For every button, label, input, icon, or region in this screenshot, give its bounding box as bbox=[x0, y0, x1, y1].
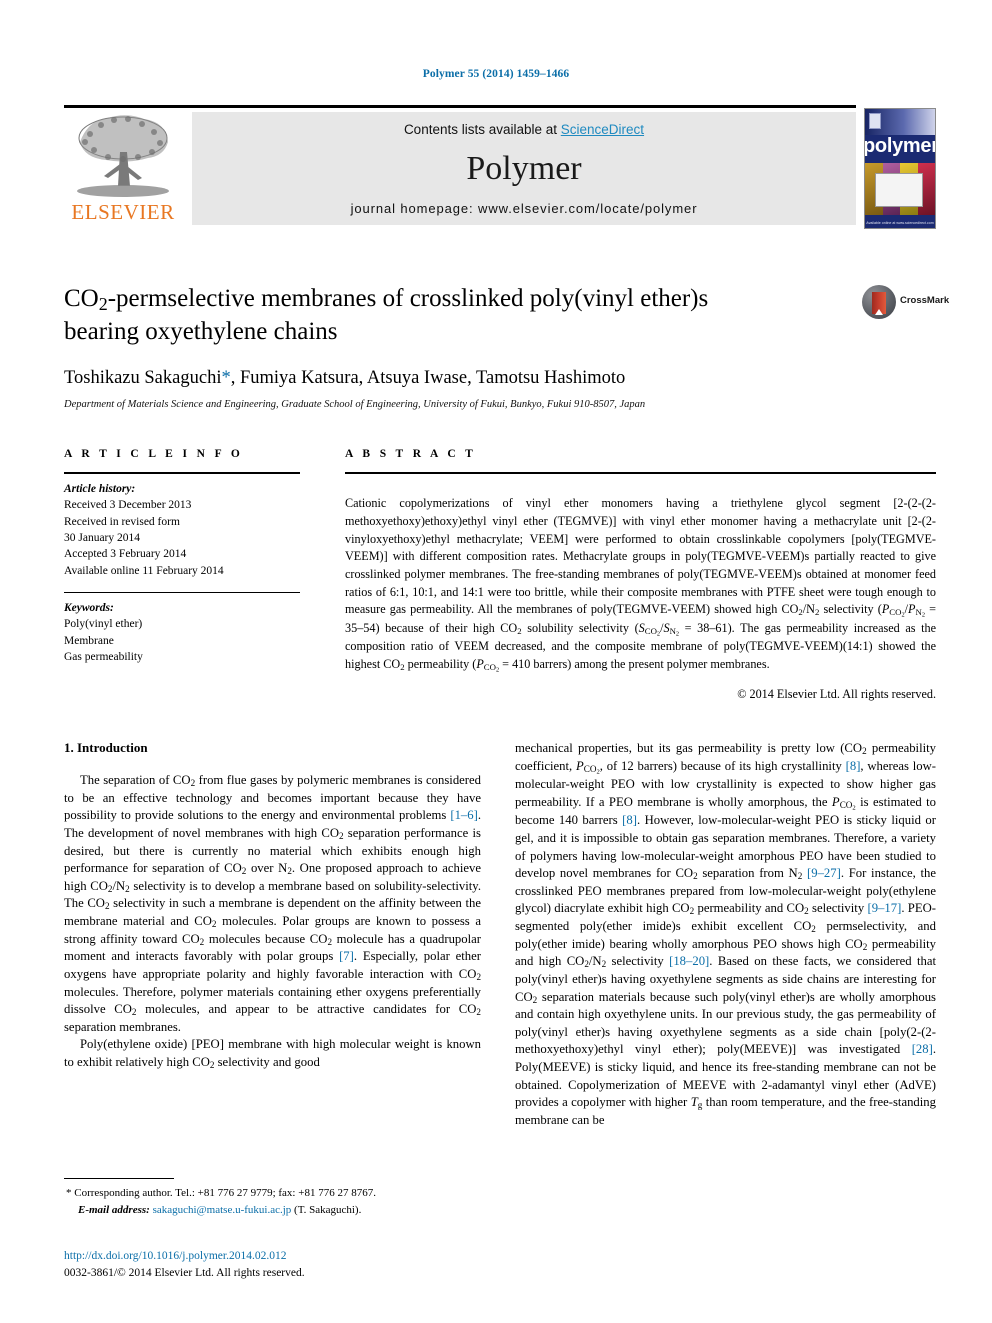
crossmark-badge[interactable]: CrossMark bbox=[862, 283, 949, 323]
keyword-item: Poly(vinyl ether) bbox=[64, 618, 143, 631]
crossmark-label: CrossMark bbox=[900, 295, 950, 306]
footer-block: http://dx.doi.org/10.1016/j.polymer.2014… bbox=[64, 1248, 504, 1281]
keywords-label: Keywords: bbox=[64, 601, 114, 614]
intro-paragraph-2-part-1: Poly(ethylene oxide) [PEO] membrane with… bbox=[64, 1037, 481, 1071]
history-item: Accepted 3 February 2014 bbox=[64, 548, 187, 561]
history-item: 30 January 2014 bbox=[64, 531, 141, 544]
cover-wordmark: polymer bbox=[864, 135, 936, 157]
journal-header: ELSEVIER Contents lists available at Sci… bbox=[64, 105, 936, 229]
journal-cover-thumbnail[interactable]: polymer Available online at www.scienced… bbox=[864, 108, 936, 229]
sciencedirect-link[interactable]: ScienceDirect bbox=[561, 122, 644, 137]
crossmark-icon bbox=[862, 285, 896, 319]
email-label: E-mail address: bbox=[78, 1203, 150, 1216]
citation-1-6[interactable]: [1–6] bbox=[450, 808, 477, 822]
running-head: Polymer 55 (2014) 1459–1466 bbox=[422, 68, 570, 80]
abstract-section: A B S T R A C T Cationic copolymerizatio… bbox=[345, 448, 936, 702]
cover-badge-icon bbox=[869, 113, 881, 129]
title-block: CO2-permselective membranes of crosslink… bbox=[64, 283, 854, 410]
citation-9-27[interactable]: [9–27] bbox=[807, 866, 841, 880]
article-page: Polymer 55 (2014) 1459–1466 ELSEVIER Con… bbox=[0, 0, 992, 1323]
article-info-heading: A R T I C L E I N F O bbox=[64, 448, 244, 460]
abstract-body: Cationic copolymerizations of vinyl ethe… bbox=[345, 496, 937, 674]
citation-18-20[interactable]: [18–20] bbox=[669, 954, 709, 968]
article-title-line-2: bearing oxyethylene chains bbox=[64, 317, 338, 345]
history-item: Received in revised form bbox=[64, 515, 180, 528]
email-owner: (T. Sakaguchi). bbox=[294, 1203, 362, 1216]
contents-band: Contents lists available at ScienceDirec… bbox=[192, 112, 856, 225]
contents-available-line: Contents lists available at ScienceDirec… bbox=[192, 122, 856, 137]
article-info-section: A R T I C L E I N F O Article history: R… bbox=[64, 448, 300, 665]
body-column-right: mechanical properties, but its gas perme… bbox=[515, 740, 936, 1129]
affiliation: Department of Materials Science and Engi… bbox=[64, 398, 646, 410]
citation-8b[interactable]: [8] bbox=[622, 813, 637, 827]
corresponding-author-marker[interactable]: * bbox=[221, 368, 230, 388]
citation-28[interactable]: [28] bbox=[912, 1042, 933, 1056]
abstract-copyright: © 2014 Elsevier Ltd. All rights reserved… bbox=[737, 686, 936, 701]
body-column-left: 1. Introduction The separation of CO2 fr… bbox=[64, 740, 481, 1072]
intro-paragraph-2-part-2: mechanical properties, but its gas perme… bbox=[515, 741, 937, 1127]
journal-homepage[interactable]: journal homepage: www.elsevier.com/locat… bbox=[192, 201, 856, 216]
email-link[interactable]: sakaguchi@matse.u-fukui.ac.jp bbox=[153, 1204, 292, 1216]
cover-inset-figure bbox=[875, 173, 923, 207]
contents-prefix: Contents lists available at bbox=[403, 122, 561, 137]
abstract-rule bbox=[345, 472, 936, 474]
issn-copyright: 0032-3861/© 2014 Elsevier Ltd. All right… bbox=[64, 1266, 305, 1279]
intro-paragraph-1: The separation of CO2 from flue gases by… bbox=[64, 773, 482, 1034]
article-history: Article history: Received 3 December 201… bbox=[64, 474, 300, 579]
email-note: E-mail address: sakaguchi@matse.u-fukui.… bbox=[64, 1202, 481, 1219]
elsevier-logo: ELSEVIER bbox=[64, 112, 182, 225]
history-item: Available online 11 February 2014 bbox=[64, 564, 224, 577]
footnote-rule bbox=[64, 1178, 174, 1179]
citation-7[interactable]: [7] bbox=[339, 949, 354, 963]
citation-8[interactable]: [8] bbox=[846, 759, 861, 773]
citation-9-17[interactable]: [9–17] bbox=[867, 901, 901, 915]
keywords-block: Keywords: Poly(vinyl ether) Membrane Gas… bbox=[64, 593, 300, 665]
abstract-heading: A B S T R A C T bbox=[345, 448, 477, 460]
corresponding-author-note: * Corresponding author. Tel.: +81 776 27… bbox=[66, 1187, 376, 1199]
author-list: Toshikazu Sakaguchi*, Fumiya Katsura, At… bbox=[64, 367, 626, 388]
article-history-label: Article history: bbox=[64, 483, 136, 495]
doi-link[interactable]: http://dx.doi.org/10.1016/j.polymer.2014… bbox=[64, 1248, 504, 1265]
journal-title: Polymer bbox=[466, 150, 582, 187]
keyword-item: Gas permeability bbox=[64, 650, 143, 663]
cover-footer-text: Available online at www.sciencedirect.co… bbox=[866, 221, 934, 225]
section-heading-introduction: 1. Introduction bbox=[64, 740, 148, 755]
history-item: Received 3 December 2013 bbox=[64, 499, 192, 512]
elsevier-tree-icon bbox=[77, 115, 169, 197]
keyword-item: Membrane bbox=[64, 634, 114, 647]
header-top-rule bbox=[64, 105, 856, 108]
page-title: CO2-permselective membranes of crosslink… bbox=[64, 283, 854, 348]
elsevier-wordmark: ELSEVIER bbox=[71, 200, 175, 224]
footnote-block: * Corresponding author. Tel.: +81 776 27… bbox=[64, 1178, 481, 1218]
article-title-line-1: CO2-permselective membranes of crosslink… bbox=[64, 285, 709, 314]
